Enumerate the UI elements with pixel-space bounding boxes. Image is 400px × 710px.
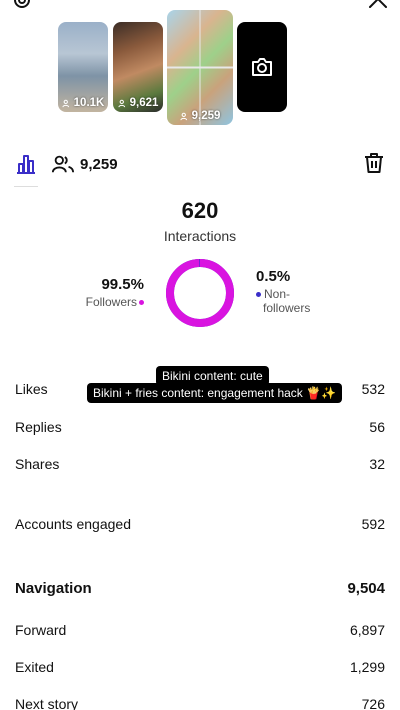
camera-icon bbox=[252, 58, 272, 76]
story-views-value-1: 10.1K bbox=[73, 97, 105, 109]
exited-label: Exited bbox=[15, 659, 54, 675]
story-views-value-2: 9,621 bbox=[129, 97, 159, 109]
caption-sticker-2: Bikini + fries content: engagement hack … bbox=[87, 383, 343, 403]
followers-percent: 99.5% bbox=[101, 276, 144, 293]
nonfollowers-legend: Non- followers bbox=[256, 287, 310, 315]
shares-label: Shares bbox=[15, 456, 60, 472]
story-views-3: 9,259 bbox=[167, 110, 233, 122]
followers-legend: Followers bbox=[60, 295, 144, 309]
navigation-total: 9,504 bbox=[347, 580, 385, 597]
story-thumbnail-2[interactable]: 9,621 bbox=[113, 22, 163, 112]
viewers-icon bbox=[118, 99, 125, 107]
trash-icon[interactable] bbox=[362, 151, 386, 175]
nonfollowers-legend-label-1: Non- bbox=[264, 287, 291, 301]
story-thumbnail-1[interactable]: 10.1K bbox=[58, 22, 108, 112]
add-story-camera-button[interactable] bbox=[237, 22, 287, 112]
settings-gear-icon[interactable] bbox=[10, 0, 34, 12]
donut-followers-segment bbox=[166, 259, 234, 327]
viewers-icon bbox=[62, 99, 69, 107]
replies-value: 56 bbox=[369, 419, 385, 435]
close-icon[interactable] bbox=[366, 0, 390, 11]
interactions-label: Interactions bbox=[163, 228, 237, 244]
story-views-value-3: 9,259 bbox=[191, 110, 221, 122]
tab-underline bbox=[14, 186, 38, 187]
insights-bar-chart-icon[interactable] bbox=[14, 152, 38, 176]
story-insights-screen: 10.1K 9,621 9,259 9,259 620 Interactions… bbox=[0, 0, 400, 710]
nonfollowers-legend-label-2: followers bbox=[263, 301, 311, 315]
story-thumbnail-3-selected[interactable]: 9,259 bbox=[167, 10, 233, 125]
followers-dot-icon bbox=[139, 300, 144, 306]
interactions-total: 620 bbox=[181, 198, 219, 223]
forward-label: Forward bbox=[15, 622, 67, 638]
accounts-engaged-label: Accounts engaged bbox=[15, 516, 131, 532]
next-story-label: Next story bbox=[15, 696, 79, 710]
viewers-people-icon[interactable] bbox=[51, 153, 75, 175]
accounts-engaged-value: 592 bbox=[361, 516, 385, 532]
story-views-2: 9,621 bbox=[113, 97, 163, 109]
followers-legend-label: Followers bbox=[85, 295, 137, 309]
followers-donut-chart bbox=[166, 259, 234, 327]
story-views-1: 10.1K bbox=[58, 97, 108, 109]
stats-header-row: 9,259 bbox=[0, 150, 400, 187]
nonfollowers-percent: 0.5% bbox=[256, 268, 291, 285]
likes-label: Likes bbox=[15, 381, 48, 397]
viewers-icon bbox=[180, 112, 187, 120]
viewers-count[interactable]: 9,259 bbox=[80, 156, 118, 173]
next-story-value: 726 bbox=[361, 696, 385, 710]
forward-value: 6,897 bbox=[349, 622, 385, 638]
navigation-title: Navigation bbox=[15, 580, 92, 597]
exited-value: 1,299 bbox=[349, 659, 385, 675]
replies-label: Replies bbox=[15, 419, 62, 435]
nonfollowers-dot-icon bbox=[256, 292, 261, 298]
likes-value: 532 bbox=[361, 381, 385, 397]
shares-value: 32 bbox=[369, 456, 385, 472]
